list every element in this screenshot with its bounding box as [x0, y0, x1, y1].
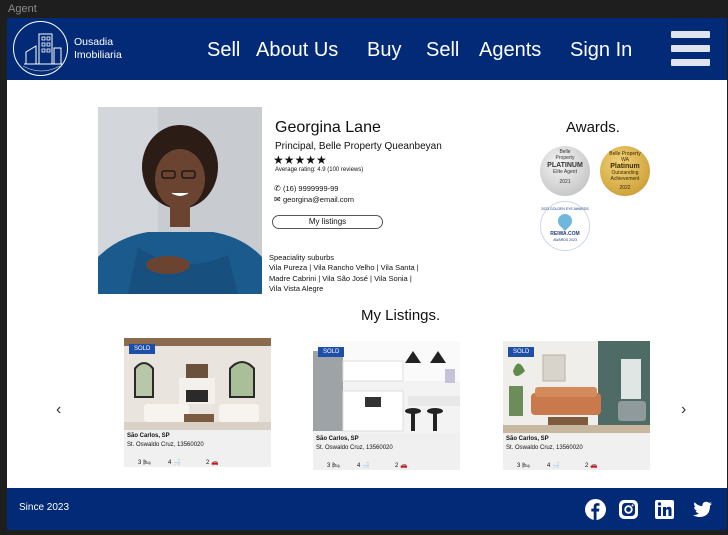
award-badge-reiwa: 2023 GOLDEN EYE AWARDS REIWA.COM AWARDS … — [540, 201, 590, 251]
listing-card[interactable]: SOLD São Carlos, SP St. Oswaldo Cruz, 13… — [124, 338, 271, 467]
nav-sign-in[interactable]: Sign In — [570, 39, 632, 62]
bath-icon: 🛁 — [362, 463, 370, 469]
sold-badge: SOLD — [508, 347, 535, 357]
suburb-item[interactable]: Vila São José — [322, 274, 368, 283]
my-listings-button[interactable]: My listings — [272, 215, 383, 229]
site-header: Ousadia Imobiliaria Sell About Us Buy Se… — [7, 18, 727, 80]
suburb-item[interactable]: Vila Pureza — [269, 263, 307, 272]
beds-count: 3 🛏 — [327, 463, 340, 469]
car-icon: 🚗 — [211, 460, 219, 466]
bath-icon: 🛁 — [173, 460, 181, 466]
chevron-right-icon[interactable]: › — [681, 401, 686, 419]
baths-count: 4 🛁 — [547, 463, 560, 469]
brand-line-2: Imobiliaria — [74, 49, 122, 61]
facebook-icon[interactable] — [585, 499, 606, 520]
baths-count: 4 🛁 — [168, 460, 181, 466]
hamburger-icon[interactable] — [671, 31, 710, 67]
linkedin-icon[interactable] — [654, 499, 675, 520]
listing-street: St. Oswaldo Cruz, 13560020 — [316, 445, 393, 451]
brand-name[interactable]: Ousadia Imobiliaria — [74, 36, 122, 62]
agent-role: Principal, Belle Property Queanbeyan — [275, 141, 442, 152]
suburb-item[interactable]: Madre Cabrini — [269, 274, 316, 283]
car-icon: 🚗 — [590, 463, 598, 469]
award-badge-platinum-elite: Belle Property PLATINUM Elite Agent 2021 — [540, 146, 590, 196]
nav-sell[interactable]: Sell — [207, 39, 240, 62]
logo[interactable] — [13, 21, 68, 76]
email-row[interactable]: ✉ georgina@email.com — [274, 195, 354, 204]
sold-badge: SOLD — [129, 344, 156, 354]
awards-title: Awards. — [566, 119, 620, 136]
building-logo-icon — [22, 33, 62, 72]
bed-icon: 🛏 — [332, 463, 340, 469]
suburbs-title: Speaciality suburbs — [269, 253, 335, 262]
listing-street: St. Oswaldo Cruz, 13560020 — [127, 442, 204, 448]
window-title: Agent — [8, 3, 37, 15]
brand-line-1: Ousadia — [74, 36, 114, 48]
baths-count: 4 🛁 — [357, 463, 370, 469]
bath-icon: 🛁 — [552, 463, 560, 469]
nav-about-us[interactable]: About Us — [256, 39, 338, 62]
page-frame: Ousadia Imobiliaria Sell About Us Buy Se… — [7, 18, 727, 530]
car-icon: 🚗 — [400, 463, 408, 469]
rating-text: Average rating: 4.9 (100 reviews) — [275, 167, 364, 173]
sold-badge: SOLD — [318, 347, 345, 357]
agent-name: Georgina Lane — [275, 119, 381, 136]
agent-photo — [98, 107, 262, 294]
beds-count: 3 🛏 — [138, 460, 151, 466]
email-address: georgina@email.com — [283, 195, 354, 204]
site-footer: Since 2023 — [7, 488, 727, 530]
listing-photo: SOLD — [124, 338, 271, 430]
suburb-item[interactable]: Vila Rancho Velho — [313, 263, 374, 272]
rating-stars-icon: ★★★★★ — [273, 153, 327, 167]
mail-icon: ✉ — [274, 195, 281, 204]
listing-card[interactable]: SOLD São Carlos, SP St. Oswaldo Cruz, 13… — [313, 341, 460, 470]
bed-icon: 🛏 — [143, 460, 151, 466]
listing-city: São Carlos, SP — [506, 436, 549, 442]
phone-number: (16) 9999999-99 — [283, 184, 339, 193]
nav-sell-2[interactable]: Sell — [426, 39, 459, 62]
beds-count: 3 🛏 — [517, 463, 530, 469]
listing-photo: SOLD — [313, 341, 460, 433]
nav-buy[interactable]: Buy — [367, 39, 401, 62]
suburbs-list: Vila Pureza | Vila Rancho Velho | Vila S… — [269, 263, 419, 293]
listing-photo: SOLD — [503, 341, 650, 433]
suburb-item[interactable]: Vila Sonia — [374, 274, 408, 283]
cars-count: 2 🚗 — [206, 460, 219, 466]
listing-street: St. Oswaldo Cruz, 13560020 — [506, 445, 583, 451]
listing-city: São Carlos, SP — [316, 436, 359, 442]
reiwa-house-icon — [555, 211, 575, 231]
cars-count: 2 🚗 — [395, 463, 408, 469]
suburb-item[interactable]: Vila Santa — [381, 263, 415, 272]
chevron-left-icon[interactable]: ‹ — [56, 401, 61, 419]
nav-agents[interactable]: Agents — [479, 39, 541, 62]
award-badge-platinum-outstanding: Belle Property WA Platinum Outstanding A… — [600, 146, 650, 196]
cars-count: 2 🚗 — [585, 463, 598, 469]
listing-city: São Carlos, SP — [127, 433, 170, 439]
instagram-icon[interactable] — [618, 499, 639, 520]
listing-card[interactable]: SOLD São Carlos, SP St. Oswaldo Cruz, 13… — [503, 341, 650, 470]
since-text: Since 2023 — [19, 502, 70, 513]
listings-title: My Listings. — [361, 307, 441, 324]
phone-icon: ✆ — [274, 184, 281, 193]
phone-row[interactable]: ✆ (16) 9999999-99 — [274, 184, 338, 193]
bed-icon: 🛏 — [522, 463, 530, 469]
twitter-icon[interactable] — [692, 499, 713, 520]
suburb-item[interactable]: Vila Vista Alegre — [269, 284, 323, 293]
